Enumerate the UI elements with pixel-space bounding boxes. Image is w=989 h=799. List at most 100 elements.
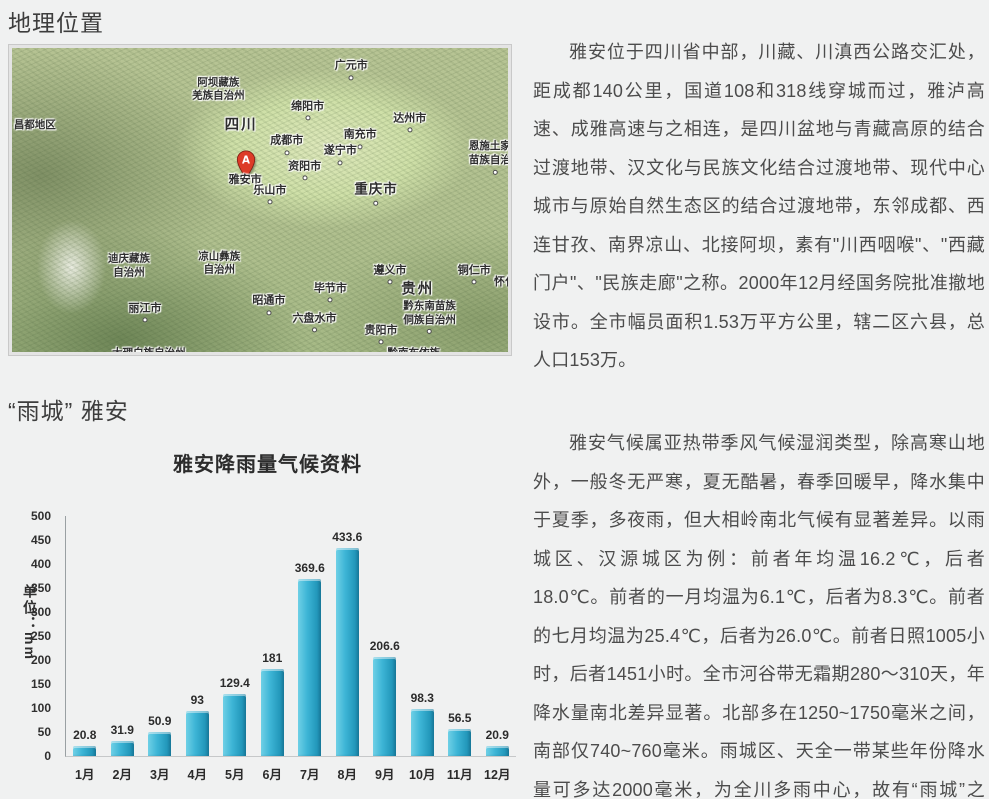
map-label: 六盘水市 (293, 311, 337, 332)
bar-group: 206.69月 (366, 516, 404, 756)
rainfall-bar (373, 657, 396, 756)
climate-paragraph: 雅安气候属亚热带季风气候湿润类型，除高寒山地外，一般冬无严寒，夏无酷暑，春季回暖… (533, 424, 985, 799)
bars: 20.81月31.92月50.93月934月129.45月1816月369.67… (66, 516, 516, 756)
rainfall-bar (186, 711, 209, 756)
bar-value-label: 369.6 (295, 561, 325, 575)
bar-value-label: 206.6 (370, 639, 400, 653)
geo-paragraph: 雅安位于四川省中部，川藏、川滇西公路交汇处，距成都140公里，国道108和318… (533, 33, 985, 380)
map-canvas: A 昌都地区阿坝藏族羌族自治州广元市绵阳市达州市四川成都市南充市遂宁市资阳市雅安… (12, 48, 508, 352)
x-tick-label: 9月 (375, 764, 394, 783)
city-dot-icon (302, 175, 307, 180)
x-tick-label: 12月 (484, 764, 510, 783)
x-tick-label: 2月 (113, 764, 132, 783)
bar-value-label: 50.9 (148, 714, 171, 728)
y-tick-label: 500 (31, 509, 51, 523)
rainfall-bar (111, 741, 134, 756)
bar-value-label: 31.9 (111, 723, 134, 737)
geo-section-title: 地理位置 (8, 4, 104, 38)
map-label: 恩施土家族苗族自治州 (469, 140, 508, 174)
y-tick-label: 350 (31, 581, 51, 595)
rain-section-title: “雨城” 雅安 (8, 392, 129, 426)
city-dot-icon (312, 327, 317, 332)
map-label: 达州市 (393, 111, 426, 132)
map-label: 四川 (225, 116, 258, 135)
map-label: 昭通市 (252, 294, 285, 315)
map-label: 资阳市 (288, 159, 321, 180)
map-label: 大理白族自治州 (112, 347, 186, 352)
map-label: 贵阳市 (365, 323, 398, 344)
city-dot-icon (427, 329, 432, 334)
city-dot-icon (266, 310, 271, 315)
chart-title: 雅安降雨量气候资料 (10, 448, 525, 477)
rainfall-bar (261, 669, 284, 756)
map-label: 成都市 (270, 134, 303, 155)
city-dot-icon (358, 144, 363, 149)
city-dot-icon (374, 200, 379, 205)
city-dot-icon (267, 200, 272, 205)
city-dot-icon (284, 150, 289, 155)
page: 地理位置 A 昌都地区阿坝藏族羌族自治州广元市绵阳市达州市四川成都市南充市遂宁市… (0, 0, 989, 799)
x-tick-label: 7月 (300, 764, 319, 783)
x-tick-label: 8月 (338, 764, 357, 783)
map-label: 重庆市 (354, 181, 398, 206)
rainfall-bar (298, 579, 321, 756)
map-label: 昌都地区 (14, 119, 56, 133)
map-label: 丽江市 (128, 301, 161, 322)
y-axis-ticks: 500450400350300250200150100500 (10, 516, 57, 756)
chart-plot: 20.81月31.92月50.93月934月129.45月1816月369.67… (65, 516, 516, 757)
city-dot-icon (305, 115, 310, 120)
y-tick-label: 450 (31, 533, 51, 547)
map-label: 乐山市 (253, 183, 286, 204)
city-dot-icon (338, 160, 343, 165)
bar-value-label: 56.5 (448, 711, 471, 725)
y-tick-label: 150 (31, 677, 51, 691)
rainfall-bar (448, 729, 471, 756)
map-label: 毕节市 (314, 281, 347, 302)
map-label: 凉山彝族自治州 (198, 250, 240, 277)
bar-group: 31.92月 (104, 516, 142, 756)
map-label: 怀化市 (494, 275, 508, 289)
y-tick-label: 400 (31, 557, 51, 571)
y-tick-label: 100 (31, 701, 51, 715)
bar-value-label: 93 (191, 693, 204, 707)
bar-group: 50.93月 (141, 516, 179, 756)
y-tick-label: 200 (31, 653, 51, 667)
x-tick-label: 5月 (225, 764, 244, 783)
bar-group: 20.81月 (66, 516, 104, 756)
city-dot-icon (387, 280, 392, 285)
city-dot-icon (472, 280, 477, 285)
x-tick-label: 4月 (188, 764, 207, 783)
city-dot-icon (407, 128, 412, 133)
map-label: 阿坝藏族羌族自治州 (192, 76, 245, 103)
map-label: 铜仁市 (458, 263, 491, 284)
y-tick-label: 250 (31, 629, 51, 643)
bar-value-label: 20.8 (73, 728, 96, 742)
rainfall-chart: 雅安降雨量气候资料 单位：mm 500450400350300250200150… (10, 444, 525, 796)
pin-letter: A (242, 154, 250, 166)
bar-group: 1816月 (254, 516, 292, 756)
y-tick-label: 0 (44, 749, 51, 763)
bar-group: 369.67月 (291, 516, 329, 756)
bar-value-label: 98.3 (411, 691, 434, 705)
rainfall-bar (73, 746, 96, 756)
rainfall-bar (411, 709, 434, 756)
x-tick-label: 6月 (263, 764, 282, 783)
x-tick-label: 10月 (409, 764, 435, 783)
bar-group: 56.511月 (441, 516, 479, 756)
city-dot-icon (493, 170, 498, 175)
bar-group: 20.912月 (479, 516, 517, 756)
map-label: 遂宁市 (324, 144, 357, 165)
map-frame: A 昌都地区阿坝藏族羌族自治州广元市绵阳市达州市四川成都市南充市遂宁市资阳市雅安… (8, 44, 512, 356)
map-label: 黔东南苗族侗族自治州 (403, 300, 456, 334)
x-tick-label: 3月 (150, 764, 169, 783)
rainfall-bar (148, 732, 171, 756)
rainfall-bar (486, 746, 509, 756)
city-dot-icon (349, 75, 354, 80)
city-dot-icon (142, 317, 147, 322)
bar-group: 433.68月 (329, 516, 367, 756)
bar-value-label: 20.9 (486, 728, 509, 742)
y-tick-label: 300 (31, 605, 51, 619)
x-tick-label: 11月 (447, 764, 473, 783)
bar-group: 98.310月 (404, 516, 442, 756)
bar-value-label: 129.4 (220, 676, 250, 690)
